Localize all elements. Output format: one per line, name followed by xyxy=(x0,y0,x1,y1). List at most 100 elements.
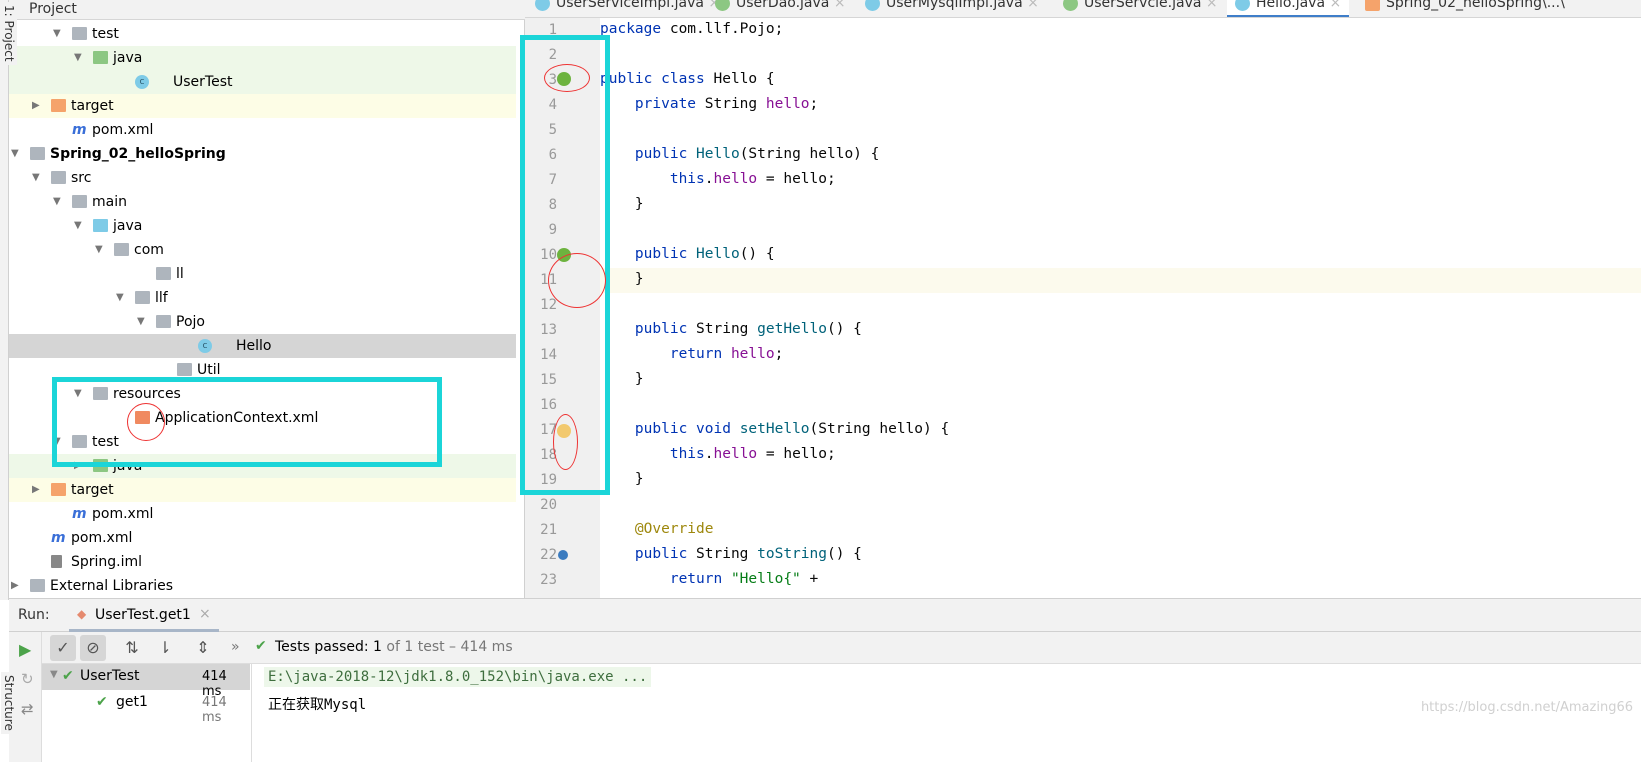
tree-item[interactable]: ▶ target xyxy=(9,94,516,118)
close-icon[interactable]: × xyxy=(1201,0,1218,11)
package-icon xyxy=(114,243,129,256)
code-token: () { xyxy=(739,246,775,262)
editor-tab[interactable]: UserServcie.java × xyxy=(1063,0,1218,17)
code-line: public String toString() { xyxy=(600,546,862,562)
run-icon[interactable]: ▶ xyxy=(19,640,31,659)
chevron-down-icon[interactable]: ▼ xyxy=(95,238,103,262)
close-icon[interactable]: × xyxy=(199,606,211,622)
show-ignored-icon[interactable]: ⊘ xyxy=(80,635,106,661)
editor-tabs: UserServiceImpl.java × UserDao.java × User… xyxy=(525,0,1641,18)
tree-item[interactable]: ▶ target xyxy=(9,478,516,502)
test-row[interactable]: ✔ get1 414 ms xyxy=(42,690,250,725)
tree-item[interactable]: ▼ test xyxy=(9,22,516,46)
code-token: . xyxy=(704,446,714,462)
current-line-highlight xyxy=(600,268,1641,293)
structure-tool-window-button[interactable]: Structure xyxy=(1,672,17,734)
run-tab[interactable]: ◆ UserTest.get1 × xyxy=(69,599,219,632)
tree-item[interactable]: ▼ llf xyxy=(9,286,516,310)
tree-item[interactable]: ▼ java xyxy=(9,214,516,238)
code-token: String xyxy=(696,321,758,337)
code-token: private xyxy=(600,96,705,112)
code-token: return xyxy=(600,346,731,362)
sort-duration-icon[interactable]: ⇂ xyxy=(152,635,178,661)
tree-item[interactable]: ▼ main xyxy=(9,190,516,214)
run-tab-bar: Run: ◆ UserTest.get1 × xyxy=(9,598,1641,632)
tree-item[interactable]: c Hello xyxy=(9,334,516,358)
project-tool-window-button[interactable]: 1: Project xyxy=(1,2,17,65)
override-icon[interactable] xyxy=(558,550,568,560)
tree-item-label: UserTest xyxy=(173,74,233,90)
chevron-right-icon[interactable]: ▶ xyxy=(11,574,19,598)
close-icon[interactable]: × xyxy=(1325,0,1341,11)
tree-item[interactable]: ▼ com xyxy=(9,238,516,262)
code-token: this xyxy=(600,171,705,187)
tree-item[interactable]: c UserTest xyxy=(9,70,516,94)
line-number: 22 xyxy=(540,547,557,563)
tree-item[interactable]: m pom.xml xyxy=(9,118,516,142)
chevron-down-icon[interactable]: ▼ xyxy=(74,214,82,238)
more-icon[interactable]: » xyxy=(231,639,240,655)
tree-item[interactable]: Spring.iml xyxy=(9,550,516,574)
tree-item-label: target xyxy=(71,482,114,498)
tree-item[interactable]: ▼ Spring_02_helloSpring xyxy=(9,142,516,166)
code-token: public xyxy=(600,246,697,262)
rerun-failed-icon[interactable]: ↻ xyxy=(21,670,34,688)
chevron-right-icon[interactable]: ▶ xyxy=(32,478,40,502)
editor-tab[interactable]: UserDao.java × xyxy=(715,0,846,17)
chevron-down-icon[interactable]: ▼ xyxy=(53,22,61,46)
tree-item[interactable]: m pom.xml xyxy=(9,526,516,550)
code-line: this.hello = hello; xyxy=(600,171,836,187)
folder-icon xyxy=(51,171,66,184)
code-line: public class Hello { xyxy=(600,71,775,87)
test-row[interactable]: ▼ ✔ UserTest 414 ms xyxy=(42,664,250,699)
tab-label: UserServcie.java xyxy=(1084,0,1202,11)
tree-item[interactable]: ▶ External Libraries xyxy=(9,574,516,598)
tree-item[interactable]: m pom.xml xyxy=(9,502,516,526)
tab-label: UserServiceImpl.java xyxy=(556,0,704,11)
tree-item[interactable]: ll xyxy=(9,262,516,286)
code-token: ; xyxy=(809,96,819,112)
tree-item[interactable]: ▼ src xyxy=(9,166,516,190)
test-time: 414 ms xyxy=(202,695,227,725)
class-icon: c xyxy=(198,339,212,353)
chevron-down-icon[interactable]: ▼ xyxy=(11,142,19,166)
check-icon: ✔ xyxy=(255,638,267,654)
show-passed-icon[interactable]: ✓ xyxy=(50,635,76,661)
chevron-down-icon[interactable]: ▼ xyxy=(137,310,145,334)
editor-tab[interactable]: Hello.java × xyxy=(1227,0,1350,17)
tab-label: Spring_02_helloSpring\...\ xyxy=(1386,0,1565,11)
editor-tab[interactable]: UserMysqlImpl.java × xyxy=(865,0,1039,17)
code-token: hello xyxy=(765,96,810,112)
package-icon xyxy=(135,291,150,304)
code-token: () { xyxy=(826,546,862,562)
tree-item-label: src xyxy=(71,170,92,186)
tree-item[interactable]: ▼ Pojo xyxy=(9,310,516,334)
code-token: (String hello) { xyxy=(739,146,880,162)
chevron-down-icon[interactable]: ▼ xyxy=(74,46,82,70)
export-icon[interactable]: ⇄ xyxy=(21,700,34,718)
close-icon[interactable]: × xyxy=(1023,0,1039,11)
tree-item-label: target xyxy=(71,98,114,114)
tree-item[interactable]: ▼ java xyxy=(9,46,516,70)
class-icon xyxy=(1235,0,1250,11)
code-token: public xyxy=(600,146,697,162)
code-line: public Hello(String hello) { xyxy=(600,146,879,162)
close-icon[interactable]: × xyxy=(829,0,846,11)
test-results-tree: ▼ ✔ UserTest 414 ms ✔ get1 414 ms xyxy=(42,664,252,762)
code-token: (String hello) { xyxy=(809,421,950,437)
editor-tab[interactable]: Spring_02_helloSpring\...\ xyxy=(1365,0,1565,17)
chevron-down-icon[interactable]: ▼ xyxy=(53,190,61,214)
left-tool-stripe[interactable] xyxy=(0,0,9,600)
sort-alpha-icon[interactable]: ⇅ xyxy=(119,635,145,661)
project-title[interactable]: Project xyxy=(29,1,77,17)
chevron-down-icon[interactable]: ▼ xyxy=(116,286,124,310)
chevron-right-icon[interactable]: ▶ xyxy=(32,94,40,118)
chevron-down-icon[interactable]: ▼ xyxy=(32,166,40,190)
editor-tab[interactable]: UserServiceImpl.java × xyxy=(535,0,720,17)
expand-all-icon[interactable]: ⇕ xyxy=(190,635,216,661)
tree-item-label: java xyxy=(113,50,143,66)
line-number: 23 xyxy=(540,572,557,588)
code-token: package xyxy=(600,21,670,37)
code-token: ; xyxy=(774,346,784,362)
test-run-icon: ◆ xyxy=(77,607,87,621)
